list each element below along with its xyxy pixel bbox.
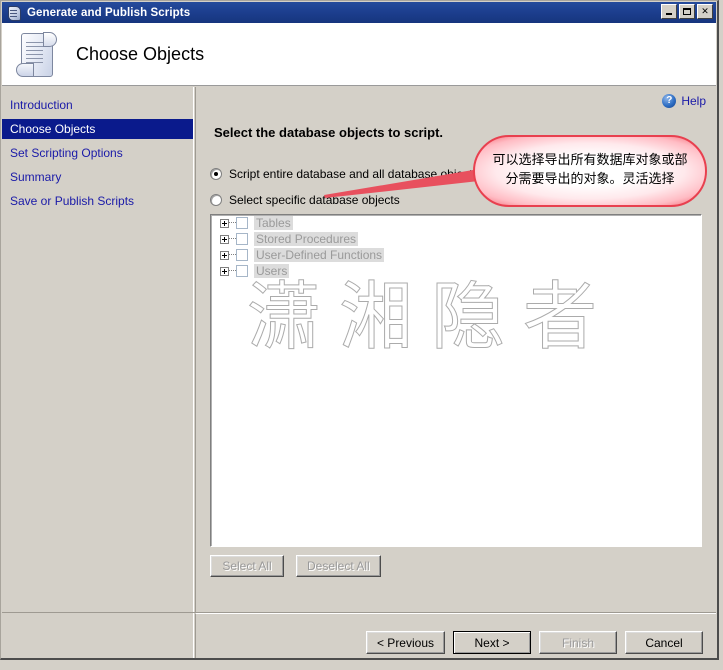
sidebar-item-introduction[interactable]: Introduction — [2, 95, 193, 115]
tree-row-stored-procedures[interactable]: Stored Procedures — [211, 231, 701, 247]
content-heading: Select the database objects to script. — [214, 125, 443, 140]
help-link[interactable]: ? Help — [662, 94, 706, 108]
minimize-button[interactable] — [661, 4, 677, 19]
tree-connector — [229, 270, 236, 272]
tree-connector — [229, 238, 236, 240]
radio-indicator-unselected — [210, 194, 222, 206]
tree-connector — [229, 222, 236, 224]
tree-checkbox[interactable] — [236, 249, 248, 261]
select-all-button[interactable]: Select All — [210, 555, 284, 577]
navigation-buttons: < Previous Next > Finish Cancel — [366, 631, 703, 654]
finish-button[interactable]: Finish — [539, 631, 617, 654]
tree-label: User-Defined Functions — [254, 248, 384, 262]
tree-row-tables[interactable]: Tables — [211, 215, 701, 231]
tree-checkbox[interactable] — [236, 217, 248, 229]
sidebar-item-set-scripting-options[interactable]: Set Scripting Options — [2, 143, 193, 163]
close-icon: ✕ — [698, 5, 712, 18]
header-script-icon — [14, 29, 64, 79]
cancel-button[interactable]: Cancel — [625, 631, 703, 654]
tree-label: Stored Procedures — [254, 232, 358, 246]
tree-connector — [229, 254, 236, 256]
sidebar-item-save-or-publish-scripts[interactable]: Save or Publish Scripts — [2, 191, 193, 211]
help-question-icon: ? — [662, 94, 676, 108]
expand-plus-icon[interactable] — [220, 219, 229, 228]
help-label: Help — [681, 94, 706, 108]
tree-row-users[interactable]: Users — [211, 263, 701, 279]
sidebar-item-summary[interactable]: Summary — [2, 167, 193, 187]
tree-checkbox[interactable] — [236, 233, 248, 245]
tree-row-user-defined-functions[interactable]: User-Defined Functions — [211, 247, 701, 263]
window-script-icon — [6, 5, 22, 20]
previous-button[interactable]: < Previous — [366, 631, 445, 654]
tree-label: Users — [254, 264, 289, 278]
window-title: Generate and Publish Scripts — [27, 7, 190, 19]
annotation-text: 可以选择导出所有数据库对象或部分需要导出的对象。灵活选择 — [475, 152, 705, 190]
tree-checkbox[interactable] — [236, 265, 248, 277]
wizard-window: Generate and Publish Scripts ✕ Choose Ob… — [0, 0, 719, 660]
expand-plus-icon[interactable] — [220, 267, 229, 276]
annotation-pointer — [323, 169, 479, 199]
sidebar-item-choose-objects[interactable]: Choose Objects — [2, 119, 193, 139]
deselect-all-button[interactable]: Deselect All — [296, 555, 381, 577]
application-window: Generate and Publish Scripts ✕ Choose Ob… — [0, 0, 723, 670]
wizard-footer: < Previous Next > Finish Cancel — [195, 613, 716, 658]
page-title: Choose Objects — [76, 44, 204, 65]
close-button[interactable]: ✕ — [697, 4, 713, 19]
tree-label: Tables — [254, 216, 293, 230]
title-bar: Generate and Publish Scripts ✕ — [2, 2, 716, 23]
expand-plus-icon[interactable] — [220, 235, 229, 244]
page-header: Choose Objects — [2, 23, 716, 86]
annotation-callout: 可以选择导出所有数据库对象或部分需要导出的对象。灵活选择 — [473, 135, 707, 207]
radio-indicator-selected — [210, 168, 222, 180]
maximize-button[interactable] — [679, 4, 695, 19]
expand-plus-icon[interactable] — [220, 251, 229, 260]
next-button[interactable]: Next > — [453, 631, 531, 654]
window-controls: ✕ — [661, 4, 713, 19]
wizard-steps-sidebar: Introduction Choose Objects Set Scriptin… — [2, 87, 194, 658]
selection-buttons: Select All Deselect All — [210, 555, 381, 577]
object-tree-list[interactable]: Tables Stored Procedures User-Defined Fu… — [210, 214, 702, 547]
